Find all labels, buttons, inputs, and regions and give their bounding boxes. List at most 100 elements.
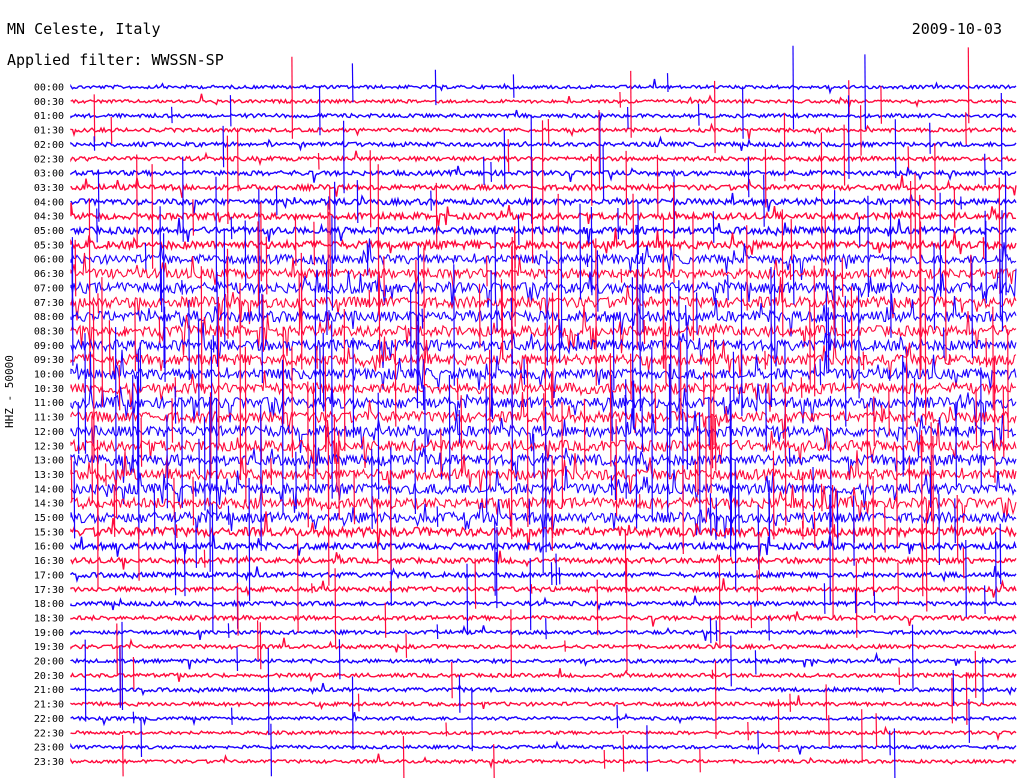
spike-mark xyxy=(813,265,816,397)
time-tick-label: 11:30 xyxy=(34,413,64,424)
spike-mark xyxy=(914,173,917,246)
spike-mark xyxy=(620,268,623,283)
time-tick-label: 08:00 xyxy=(34,312,64,323)
spike-mark xyxy=(421,308,424,329)
spike-mark xyxy=(699,748,701,773)
spike-mark xyxy=(965,539,967,618)
spike-mark xyxy=(188,299,190,380)
spike-mark xyxy=(765,382,767,452)
time-tick-label: 05:30 xyxy=(34,240,64,251)
spike-mark xyxy=(625,150,628,226)
spike-mark xyxy=(696,425,699,495)
spike-mark xyxy=(84,333,87,454)
time-tick-label: 05:00 xyxy=(34,226,64,237)
spike-mark xyxy=(970,254,972,291)
spike-mark xyxy=(954,498,956,544)
spike-mark xyxy=(639,284,642,412)
spike-mark xyxy=(999,523,1002,585)
spike-mark xyxy=(894,119,897,179)
spike-mark xyxy=(334,181,336,260)
spike-mark xyxy=(319,346,321,403)
spike-mark xyxy=(113,484,116,537)
spike-mark xyxy=(121,621,124,711)
spike-mark xyxy=(860,105,862,156)
spike-mark xyxy=(92,303,95,460)
spike-mark xyxy=(955,401,958,488)
spike-mark xyxy=(227,623,230,638)
spike-mark xyxy=(951,677,953,724)
spike-mark xyxy=(389,469,392,570)
spike-mark xyxy=(215,455,218,522)
spike-mark xyxy=(630,353,632,400)
spike-mark xyxy=(730,635,732,687)
time-tick-label: 07:00 xyxy=(34,283,64,294)
spike-mark xyxy=(712,211,715,243)
spike-mark xyxy=(764,148,767,208)
spike-mark xyxy=(417,245,420,386)
spike-mark xyxy=(257,221,260,306)
trace-0000 xyxy=(70,78,1017,95)
spike-mark xyxy=(697,103,700,126)
spike-mark xyxy=(985,220,987,304)
spike-mark xyxy=(295,451,297,509)
spike-mark xyxy=(694,460,697,492)
spike-events xyxy=(70,45,1009,779)
trace-0200 xyxy=(70,135,1017,152)
time-tick-label: 14:30 xyxy=(34,499,64,510)
spike-mark xyxy=(200,266,203,390)
spike-mark xyxy=(586,253,589,268)
spike-mark xyxy=(909,180,912,259)
spike-mark xyxy=(281,359,284,515)
spike-mark xyxy=(423,247,425,388)
spike-mark xyxy=(327,203,329,290)
spike-mark xyxy=(546,250,548,366)
spike-mark xyxy=(800,377,803,398)
spike-mark xyxy=(456,378,459,401)
spike-mark xyxy=(551,471,553,552)
spike-mark xyxy=(1002,387,1005,458)
spike-mark xyxy=(611,374,613,442)
spike-mark xyxy=(596,250,599,312)
spike-mark xyxy=(237,128,239,192)
spike-mark xyxy=(939,192,942,297)
spike-mark xyxy=(312,382,315,480)
spike-mark xyxy=(523,358,526,385)
spike-mark xyxy=(550,562,553,586)
spike-mark xyxy=(590,153,593,206)
time-tick-label: 08:30 xyxy=(34,326,64,337)
time-tick-label: 03:00 xyxy=(34,169,64,180)
spike-mark xyxy=(825,684,828,721)
spike-mark xyxy=(740,283,743,417)
spike-mark xyxy=(270,458,272,486)
spike-mark xyxy=(227,505,230,525)
spike-mark xyxy=(801,520,804,540)
spike-mark xyxy=(550,371,553,406)
spike-mark xyxy=(714,660,717,739)
spike-mark xyxy=(682,465,684,555)
spike-mark xyxy=(788,447,791,467)
spike-mark xyxy=(929,465,932,508)
spike-mark xyxy=(844,295,847,427)
spike-mark xyxy=(490,161,492,182)
spike-mark xyxy=(171,398,174,443)
spike-mark xyxy=(763,174,765,227)
spike-mark xyxy=(327,474,330,586)
spike-mark xyxy=(1004,171,1007,296)
spike-mark xyxy=(491,383,494,420)
spike-mark xyxy=(445,722,448,737)
spike-mark xyxy=(708,398,710,446)
spike-mark xyxy=(832,270,835,330)
spike-mark xyxy=(784,387,787,526)
spike-mark xyxy=(866,403,869,488)
spike-mark xyxy=(261,293,263,384)
spike-mark xyxy=(965,112,967,145)
spike-mark xyxy=(711,669,714,680)
trace-0330 xyxy=(70,175,1017,198)
spike-mark xyxy=(758,533,760,580)
spike-mark xyxy=(547,118,550,144)
spike-mark xyxy=(656,154,659,215)
spike-mark xyxy=(244,220,247,288)
time-tick-label: 13:00 xyxy=(34,456,64,467)
spike-mark xyxy=(617,207,619,240)
spike-mark xyxy=(852,495,855,566)
